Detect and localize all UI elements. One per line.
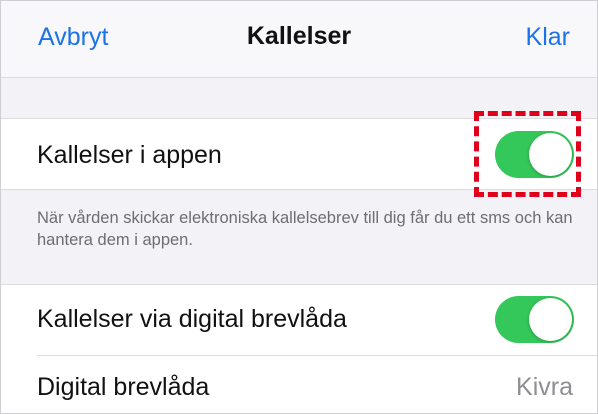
digital-mailbox-notices-row[interactable]: Kallelser via digital brevlåda xyxy=(1,285,597,355)
highlight-box xyxy=(474,111,581,197)
navigation-bar: Avbryt Kallelser Klar xyxy=(1,1,597,78)
digital-mailbox-notices-label: Kallelser via digital brevlåda xyxy=(37,305,347,333)
mailbox-group: Kallelser via digital brevlåda Digital b… xyxy=(1,285,597,413)
app-notices-footer: När vården skickar elektroniska kallelse… xyxy=(37,209,573,249)
settings-screen: Avbryt Kallelser Klar Kallelser i appen … xyxy=(0,0,598,414)
digital-mailbox-notices-toggle[interactable] xyxy=(495,296,574,343)
app-notices-label: Kallelser i appen xyxy=(37,141,222,169)
digital-mailbox-row[interactable]: Digital brevlåda Kivra xyxy=(1,356,597,413)
digital-mailbox-label: Digital brevlåda xyxy=(37,373,210,401)
done-button[interactable]: Klar xyxy=(526,23,570,52)
digital-mailbox-value: Kivra xyxy=(516,373,573,401)
toggle-knob xyxy=(529,298,572,341)
page-title: Kallelser xyxy=(246,22,352,50)
